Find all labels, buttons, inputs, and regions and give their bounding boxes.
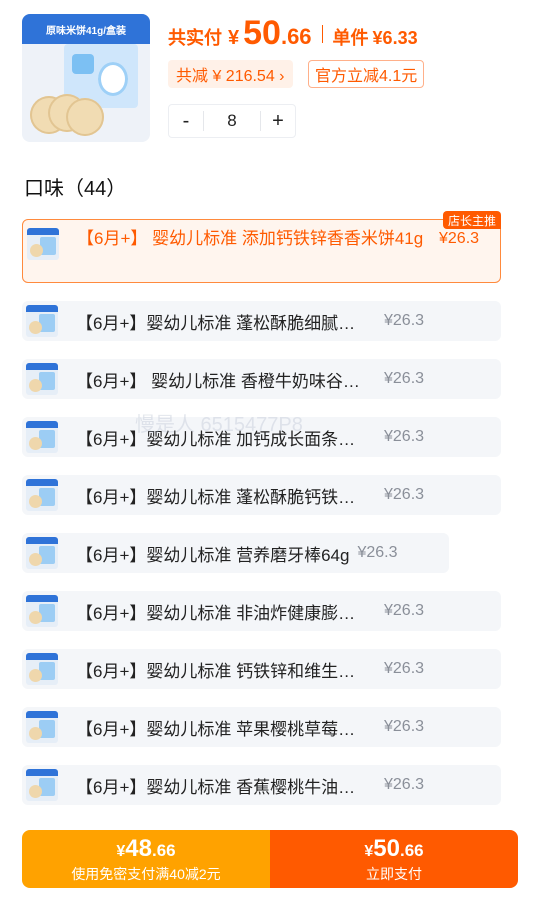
flavor-thumbnail — [26, 653, 58, 685]
flavor-option[interactable]: 【6月+】婴幼儿标准 香蕉樱桃牛油果味8... ¥26.3 — [22, 765, 501, 805]
flavor-option[interactable]: 【6月+】婴幼儿标准 蓬松酥脆钙铁泡泡... ¥26.3 — [22, 475, 501, 515]
amount-dec: .66 — [151, 840, 176, 860]
flavor-name: 【6月+】婴幼儿标准 香蕉樱桃牛油果味8... — [76, 777, 366, 797]
flavor-price: ¥26.3 — [357, 544, 398, 561]
amount-dec: .66 — [399, 840, 424, 860]
pay-now-label: 立即支付 — [366, 865, 422, 882]
flavor-name: 【6月+】 婴幼儿标准 添加钙铁锌香香米饼41g — [77, 229, 424, 248]
flavor-option[interactable]: 【6月+】婴幼儿标准 蓬松酥脆细腻易溶... ¥26.3 — [22, 301, 501, 341]
flavor-name: 【6月+】婴幼儿标准 蓬松酥脆钙铁泡泡... — [76, 487, 366, 507]
unit-price: ¥6.33 — [372, 28, 418, 48]
flavor-name: 【6月+】婴幼儿标准 钙铁锌和维生素海... — [76, 661, 366, 681]
flavor-thumbnail — [27, 228, 59, 260]
amount-int: 48 — [125, 834, 152, 862]
flavor-thumbnail — [26, 421, 58, 453]
flavor-section-title: 口味（44） — [24, 178, 127, 200]
product-image: 原味米饼41g/盒装 — [22, 14, 150, 142]
flavor-option[interactable]: 【6月+】 婴幼儿标准 香橙牛奶味谷物酥... ¥26.3 — [22, 359, 501, 399]
flavor-price: ¥26.3 — [384, 312, 425, 329]
quantity-stepper: - 8 + — [168, 104, 296, 138]
flavor-price: ¥26.3 — [439, 230, 480, 247]
flavor-option[interactable]: 【6月+】婴幼儿标准 非油炸健康膨化鲜... ¥26.3 — [22, 591, 501, 631]
password-free-label: 使用免密支付满40减2元 — [71, 865, 221, 882]
official-discount-chip: 官方立减4.1元 — [308, 60, 425, 88]
flavor-thumbnail — [26, 595, 58, 627]
flavor-price: ¥26.3 — [384, 428, 425, 445]
flavor-name: 【6月+】婴幼儿标准 非油炸健康膨化鲜... — [76, 603, 366, 623]
flavor-price: ¥26.3 — [384, 718, 425, 735]
flavor-option-selected[interactable]: 【6月+】 婴幼儿标准 添加钙铁锌香香米饼41g ¥26.3 店长主推 — [22, 211, 501, 283]
rice-cake-graphic — [30, 94, 110, 136]
flavor-name: 【6月+】婴幼儿标准 营养磨牙棒64g — [76, 545, 350, 565]
decrease-button[interactable]: - — [169, 105, 203, 137]
mascot-icon — [98, 62, 128, 96]
total-price-int: 50 — [243, 14, 281, 52]
quantity-value[interactable]: 8 — [203, 111, 261, 131]
flavor-option[interactable]: 【6月+】婴幼儿标准 苹果樱桃草莓味80... ¥26.3 — [22, 707, 501, 747]
flavor-name: 【6月+】婴幼儿标准 加钙成长面条多谷... — [76, 429, 366, 449]
total-discount-chip[interactable]: 共减 ¥ 216.54 › — [168, 60, 293, 88]
flavor-price: ¥26.3 — [384, 776, 425, 793]
flavor-thumbnail — [26, 537, 58, 569]
flavor-name: 【6月+】婴幼儿标准 蓬松酥脆细腻易溶... — [76, 313, 366, 333]
total-currency: ¥ — [228, 27, 240, 49]
flavor-thumbnail — [26, 769, 58, 801]
flavor-thumbnail — [26, 479, 58, 511]
password-free-pay-button[interactable]: ¥ 48 .66 使用免密支付满40减2元 — [22, 830, 270, 888]
brand-logo-icon — [72, 54, 94, 74]
flavor-option[interactable]: 【6月+】婴幼儿标准 钙铁锌和维生素海... ¥26.3 — [22, 649, 501, 689]
increase-button[interactable]: + — [261, 105, 295, 137]
flavor-thumbnail — [26, 363, 58, 395]
price-divider — [321, 24, 323, 43]
currency-symbol: ¥ — [116, 842, 126, 860]
flavor-name: 【6月+】婴幼儿标准 苹果樱桃草莓味80... — [76, 719, 366, 739]
flavor-option[interactable]: 【6月+】婴幼儿标准 营养磨牙棒64g ¥26.3 — [22, 533, 449, 573]
flavor-thumbnail — [26, 711, 58, 743]
total-price-dec: .66 — [280, 24, 312, 49]
recommend-badge: 店长主推 — [442, 211, 501, 229]
price-summary: 共实付 ¥ 50 .66 单件 ¥6.33 — [168, 14, 418, 53]
unit-label: 单件 — [332, 28, 369, 48]
total-label: 共实付 — [168, 28, 222, 48]
flavor-price: ¥26.3 — [384, 602, 425, 619]
pay-now-button[interactable]: ¥ 50 .66 立即支付 — [270, 830, 518, 888]
flavor-name: 【6月+】 婴幼儿标准 香橙牛奶味谷物酥... — [76, 371, 366, 391]
payment-bar: ¥ 48 .66 使用免密支付满40减2元 ¥ 50 .66 立即支付 — [22, 830, 518, 888]
product-image-band: 原味米饼41g/盒装 — [22, 14, 150, 44]
flavor-price: ¥26.3 — [384, 660, 425, 677]
password-free-amount: ¥ 48 .66 — [116, 835, 175, 863]
currency-symbol: ¥ — [364, 842, 374, 860]
amount-int: 50 — [373, 834, 400, 862]
flavor-price: ¥26.3 — [384, 486, 425, 503]
flavor-option[interactable]: 【6月+】婴幼儿标准 加钙成长面条多谷... ¥26.3 — [22, 417, 501, 457]
flavor-thumbnail — [26, 305, 58, 337]
flavor-price: ¥26.3 — [384, 370, 425, 387]
pay-now-amount: ¥ 50 .66 — [364, 835, 423, 863]
